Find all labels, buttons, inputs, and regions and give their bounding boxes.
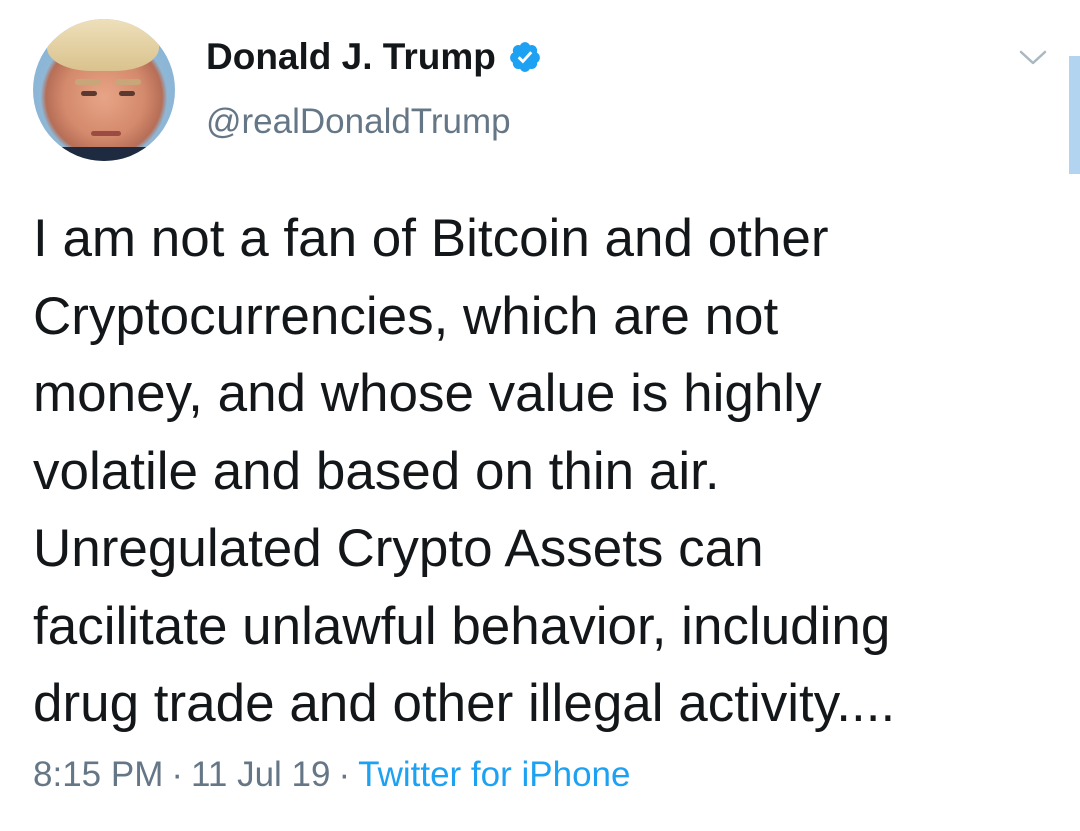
- avatar-eye: [119, 91, 135, 96]
- avatar-brow: [115, 79, 141, 85]
- tweet-text-line: I am not a fan of Bitcoin and other: [33, 209, 829, 268]
- verified-badge-icon: [509, 42, 540, 72]
- tweet-date: 11 Jul 19: [191, 755, 331, 794]
- author-row: Donald J. Trump: [206, 36, 542, 78]
- tweet-text-line: facilitate unlawful behavior, including: [33, 596, 891, 656]
- tweet-time: 8:15 PM: [33, 755, 164, 794]
- tweet-text: I am not a fan of Bitcoin and other Cryp…: [33, 200, 1043, 743]
- author-name[interactable]: Donald J. Trump: [206, 36, 496, 78]
- avatar-brow: [75, 79, 101, 85]
- scrollbar[interactable]: [1069, 56, 1080, 174]
- avatar-suit: [33, 147, 175, 161]
- meta-separator: ·: [338, 755, 351, 794]
- tweet-source-link[interactable]: Twitter for iPhone: [358, 755, 630, 794]
- tweet-text-line: money, and whose value is highly: [33, 364, 822, 423]
- chevron-down-icon[interactable]: [1018, 48, 1048, 68]
- avatar[interactable]: [33, 19, 175, 161]
- tweet-text-line: drug trade and other illegal activity...…: [33, 674, 896, 733]
- tweet-meta: 8:15 PM · 11 Jul 19 · Twitter for iPhone: [33, 755, 630, 795]
- author-handle[interactable]: @realDonaldTrump: [206, 102, 511, 142]
- avatar-mouth: [91, 131, 121, 136]
- avatar-hair: [47, 19, 159, 71]
- tweet-text-line: Unregulated Crypto Assets can: [33, 519, 764, 578]
- avatar-eye: [81, 91, 97, 96]
- tweet-text-line: Cryptocurrencies, which are not: [33, 286, 779, 346]
- tweet-text-line: volatile and based on thin air.: [33, 441, 720, 501]
- meta-separator: ·: [171, 755, 184, 794]
